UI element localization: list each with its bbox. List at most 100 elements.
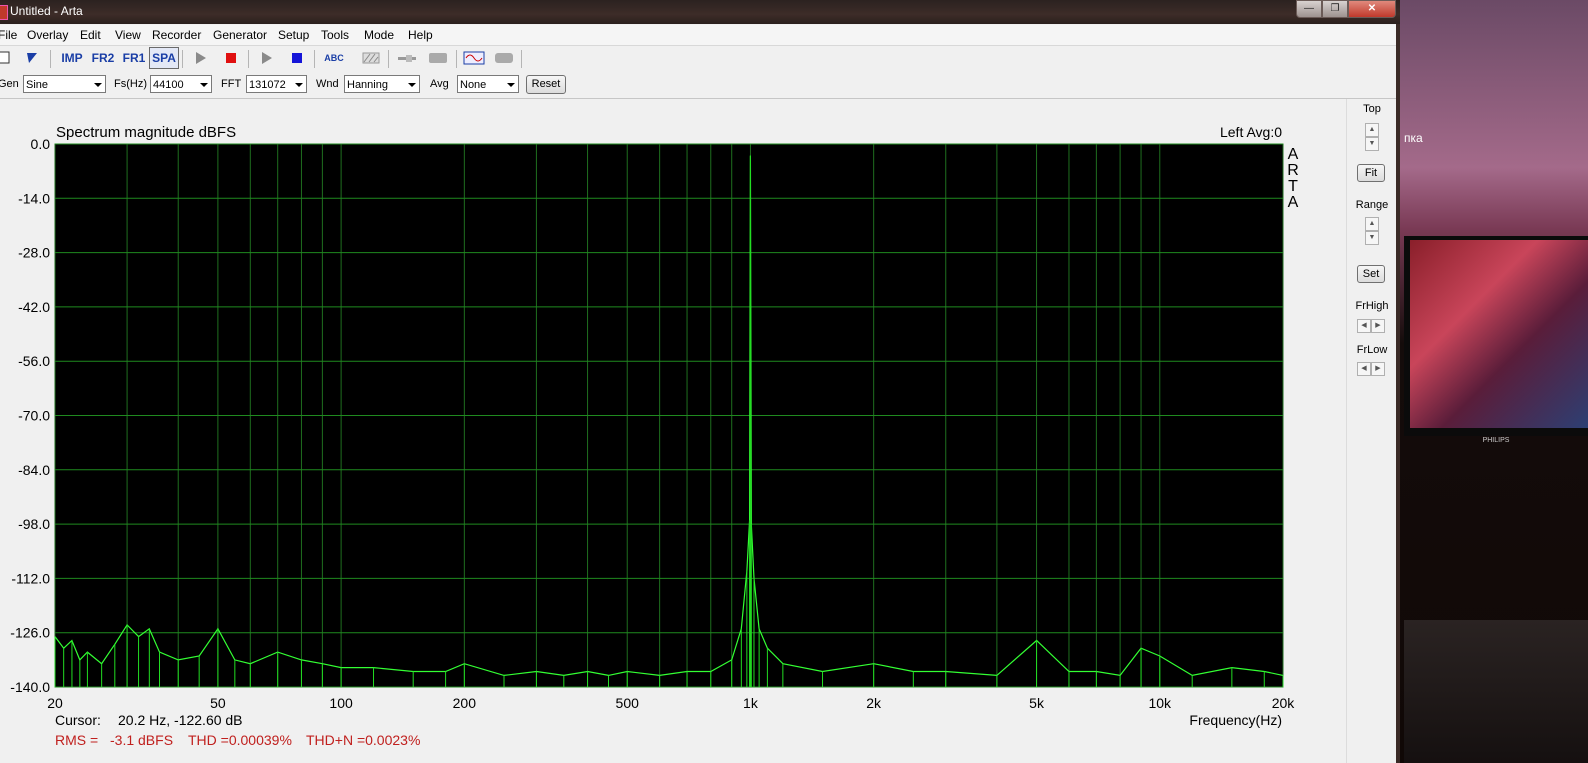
reset-button[interactable]: Reset xyxy=(526,75,566,94)
watermark-letter: A xyxy=(1288,194,1299,211)
record-stop-icon[interactable] xyxy=(287,48,307,68)
arta-window: Untitled - Arta — ❐ ✕ File Overlay Edit … xyxy=(0,0,1400,763)
window-border xyxy=(1396,24,1400,763)
channel-avg-label: Left Avg:0 xyxy=(1220,124,1282,140)
chevron-down-icon xyxy=(507,83,515,87)
waveform-icon[interactable] xyxy=(463,48,485,68)
fs-label: Fs(Hz) xyxy=(114,78,147,90)
maximize-button[interactable]: ❐ xyxy=(1322,0,1348,18)
fft-size-value: 131072 xyxy=(249,79,286,91)
app-icon[interactable] xyxy=(0,5,8,20)
menu-help[interactable]: Help xyxy=(408,28,433,42)
frlow-label: FrLow xyxy=(1356,344,1388,356)
menu-edit[interactable]: Edit xyxy=(80,28,101,42)
sample-rate-value: 44100 xyxy=(153,79,184,91)
fft-size-select[interactable]: 131072 xyxy=(246,75,307,93)
chevron-down-icon xyxy=(408,83,416,87)
y-axis-ticks: 0.0 -14.0 -28.0 -42.0 -56.0 -70.0 -84.0 -98.0 -1… xyxy=(10,136,50,695)
top-up-icon[interactable]: ▲ xyxy=(1365,123,1379,137)
impulse-mode-button[interactable]: IMP xyxy=(58,48,86,68)
level-meter-icon[interactable] xyxy=(493,48,515,68)
window-function-value: Hanning xyxy=(347,79,388,91)
x-tick-label: 100 xyxy=(329,695,353,711)
x-tick-label: 500 xyxy=(616,695,640,711)
sample-rate-select[interactable]: 44100 xyxy=(150,75,212,93)
abc-label-button[interactable]: ABC xyxy=(322,48,346,68)
x-tick-label: 20 xyxy=(47,695,63,711)
desktop-icon-label[interactable]: пка xyxy=(1404,131,1423,145)
cursor-label: Cursor: xyxy=(55,712,101,728)
menu-overlay[interactable]: Overlay xyxy=(27,28,68,42)
y-tick-label: -14.0 xyxy=(18,190,50,206)
chevron-down-icon xyxy=(295,83,303,87)
x-axis-ticks: 20 50 100 200 500 1k 2k 5k 10k 20k xyxy=(47,695,1295,711)
menu-generator[interactable]: Generator xyxy=(213,28,267,42)
menu-setup[interactable]: Setup xyxy=(278,28,309,42)
y-tick-label: -126.0 xyxy=(10,625,50,641)
range-down-icon[interactable]: ▼ xyxy=(1365,231,1379,245)
fit-button[interactable]: Fit xyxy=(1357,164,1385,182)
watermark-letter: A xyxy=(1288,146,1299,163)
overlay-icon[interactable] xyxy=(360,48,382,68)
window-function-select[interactable]: Hanning xyxy=(344,75,420,93)
play-generator-icon[interactable] xyxy=(190,48,210,68)
fr1-mode-button[interactable]: FR1 xyxy=(120,48,148,68)
new-file-icon[interactable] xyxy=(0,48,12,68)
thd-value: THD =0.00039% xyxy=(188,732,292,748)
wallpaper-tv-brand: PHILIPS xyxy=(1482,437,1510,444)
menu-file[interactable]: File xyxy=(0,28,17,42)
minimize-button[interactable]: — xyxy=(1296,0,1322,18)
set-button[interactable]: Set xyxy=(1357,265,1385,283)
control-bar: Gen Sine Fs(Hz) 44100 FFT 131072 Wnd Han… xyxy=(0,72,1396,99)
y-tick-label: -140.0 xyxy=(10,679,50,695)
y-tick-label: -56.0 xyxy=(18,353,50,369)
spectrum-chart[interactable]: Spectrum magnitude dBFS Left Avg:0 ARTA … xyxy=(0,99,1346,763)
y-tick-label: -42.0 xyxy=(18,299,50,315)
toolbar-separator xyxy=(521,50,522,68)
toolbar-separator xyxy=(182,50,183,68)
toolbar-separator xyxy=(314,50,315,68)
toolbar-separator xyxy=(50,50,51,68)
frlow-left-icon[interactable]: ◀ xyxy=(1357,362,1371,376)
gen-label: Gen xyxy=(0,78,19,90)
y-tick-label: -84.0 xyxy=(18,462,50,478)
frlow-right-icon[interactable]: ▶ xyxy=(1371,362,1385,376)
menu-mode[interactable]: Mode xyxy=(364,28,394,42)
rms-value: -3.1 dBFS xyxy=(110,732,173,748)
averaging-select[interactable]: None xyxy=(457,75,519,93)
device-icon[interactable] xyxy=(427,48,449,68)
y-tick-label: -28.0 xyxy=(18,245,50,261)
watermark-letter: T xyxy=(1288,178,1298,195)
close-button[interactable]: ✕ xyxy=(1348,0,1396,18)
spectrum-mode-button[interactable]: SPA xyxy=(149,47,179,69)
toolbar-separator xyxy=(456,50,457,68)
frhigh-label: FrHigh xyxy=(1355,300,1389,312)
x-tick-label: 50 xyxy=(210,695,226,711)
record-play-icon[interactable] xyxy=(256,48,276,68)
probe-icon[interactable] xyxy=(396,48,418,68)
window-title: Untitled - Arta xyxy=(10,4,83,18)
arta-watermark: ARTA xyxy=(1287,146,1299,211)
range-up-icon[interactable]: ▲ xyxy=(1365,217,1379,231)
generator-value: Sine xyxy=(26,79,49,91)
fr2-mode-button[interactable]: FR2 xyxy=(89,48,117,68)
frhigh-right-icon[interactable]: ▶ xyxy=(1371,319,1385,333)
menu-tools[interactable]: Tools xyxy=(321,28,349,42)
menu-view[interactable]: View xyxy=(115,28,141,42)
menu-recorder[interactable]: Recorder xyxy=(152,28,201,42)
frhigh-left-icon[interactable]: ◀ xyxy=(1357,319,1371,333)
chevron-down-icon xyxy=(94,83,102,87)
averaging-value: None xyxy=(460,79,487,91)
x-axis-label: Frequency(Hz) xyxy=(1189,712,1282,728)
top-label: Top xyxy=(1363,103,1381,115)
title-bar[interactable]: Untitled - Arta — ❐ ✕ xyxy=(0,0,1400,24)
avg-label: Avg xyxy=(430,78,449,90)
stop-generator-icon[interactable] xyxy=(221,48,241,68)
generator-select[interactable]: Sine xyxy=(23,75,106,93)
top-down-icon[interactable]: ▼ xyxy=(1365,137,1379,151)
thdn-value: THD+N =0.0023% xyxy=(306,732,420,748)
toolbar-separator xyxy=(388,50,389,68)
open-file-icon[interactable] xyxy=(24,48,42,68)
chevron-down-icon xyxy=(200,83,208,87)
chart-title: Spectrum magnitude dBFS xyxy=(56,124,236,141)
